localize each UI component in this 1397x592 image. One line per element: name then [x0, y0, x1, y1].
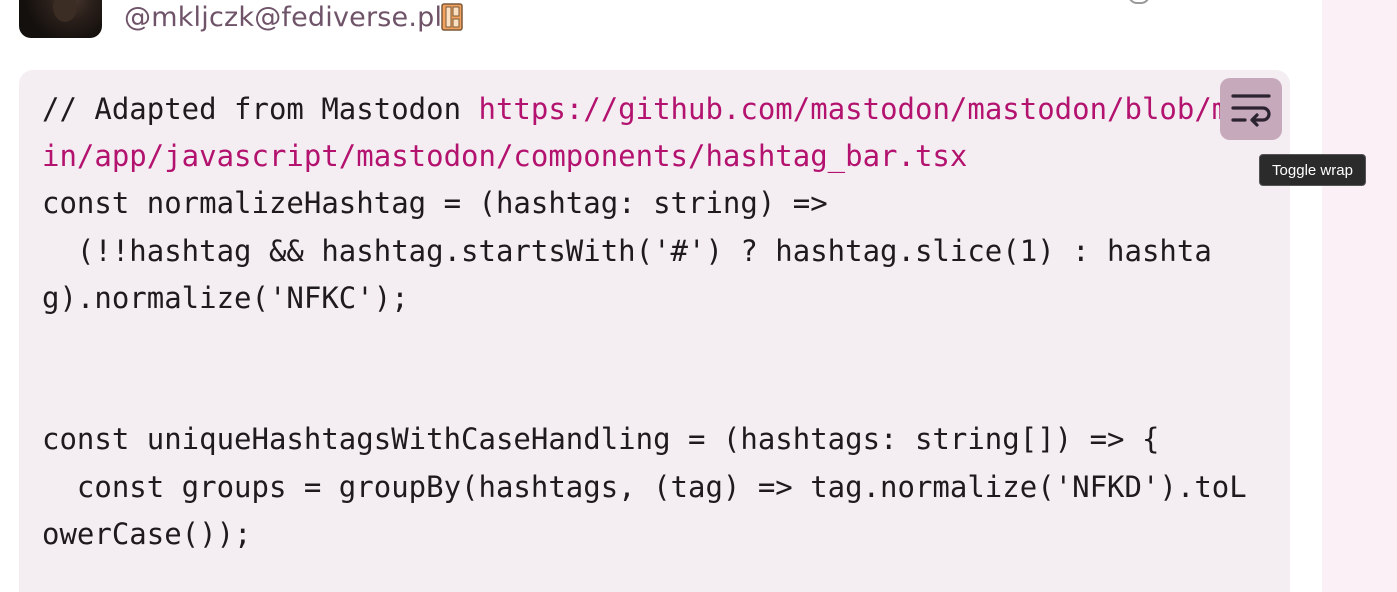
options-icon[interactable]: [1128, 0, 1150, 4]
code-line: owerCase());: [42, 511, 1262, 558]
code-line: const normalizeHashtag = (hashtag: strin…: [42, 180, 1262, 227]
code-link[interactable]: in/app/javascript/mastodon/components/ha…: [42, 139, 967, 173]
code-line: const groups = groupBy(hashtags, (tag) =…: [42, 464, 1262, 511]
code-line: g).normalize('NFKC');: [42, 275, 1262, 322]
pleroma-logo-icon: [441, 3, 463, 31]
code-text: g).normalize('NFKC');: [42, 280, 409, 315]
code-text: (!!hashtag && hashtag.startsWith('#') ? …: [42, 233, 1212, 268]
code-link[interactable]: https://github.com/mastodon/mastodon/blo…: [479, 92, 1230, 126]
right-sidebar: [1322, 0, 1397, 592]
page: @mkljczk@fediverse.pl // Adapted from Ma…: [0, 0, 1397, 592]
author-handle[interactable]: @mkljczk@fediverse.pl: [124, 2, 442, 33]
code-content: // Adapted from Mastodon https://github.…: [42, 86, 1262, 558]
code-text: const groups = groupBy(hashtags, (tag) =…: [42, 469, 1247, 504]
code-line: in/app/javascript/mastodon/components/ha…: [42, 133, 1262, 180]
code-text: const normalizeHashtag = (hashtag: strin…: [42, 186, 828, 221]
code-text: owerCase());: [42, 516, 252, 551]
code-block: // Adapted from Mastodon https://github.…: [19, 70, 1290, 592]
code-line: // Adapted from Mastodon https://github.…: [42, 86, 1262, 133]
avatar-face: [53, 0, 77, 22]
avatar[interactable]: [19, 0, 102, 38]
wrap-text-icon: [1231, 94, 1271, 127]
code-text: const uniqueHashtagsWithCaseHandling = (…: [42, 422, 1160, 457]
toggle-wrap-tooltip: Toggle wrap: [1259, 154, 1366, 186]
toggle-wrap-button[interactable]: [1220, 78, 1282, 140]
code-line: (!!hashtag && hashtag.startsWith('#') ? …: [42, 228, 1262, 275]
code-line: const uniqueHashtagsWithCaseHandling = (…: [42, 416, 1262, 463]
code-text: // Adapted from Mastodon: [42, 92, 479, 126]
